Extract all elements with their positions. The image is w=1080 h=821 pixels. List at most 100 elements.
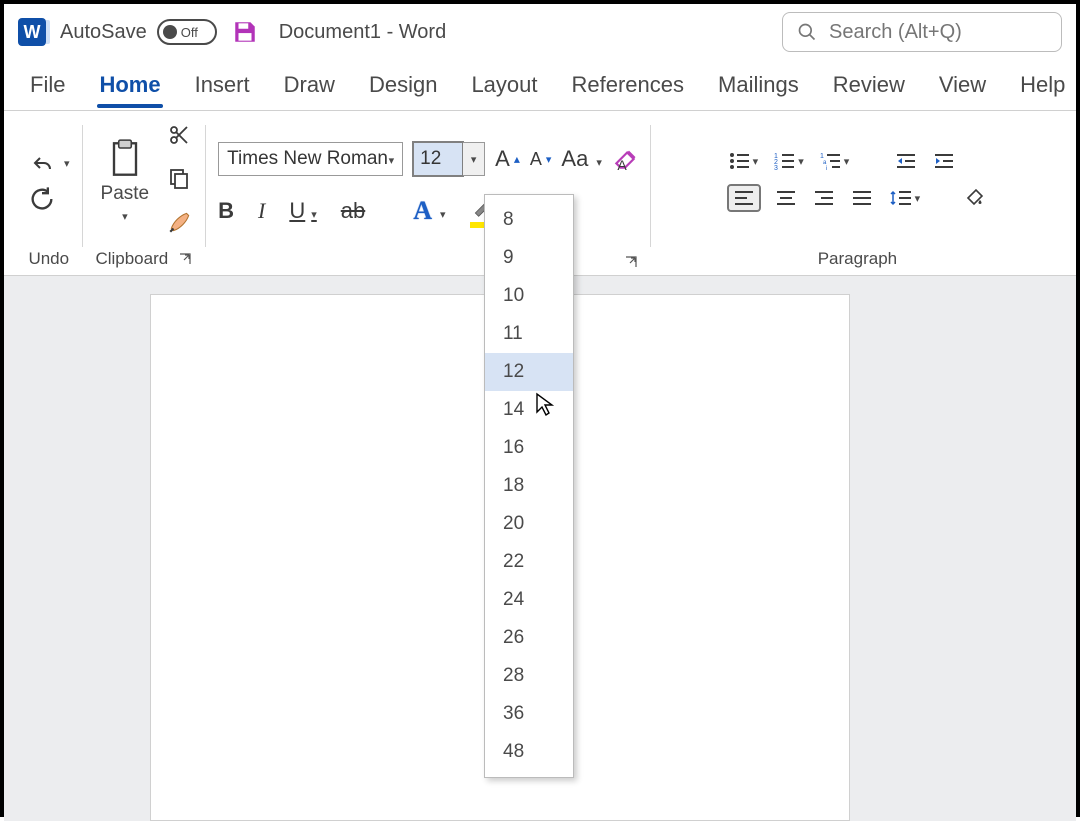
tab-review[interactable]: Review <box>831 66 907 110</box>
bullets-button[interactable] <box>729 152 759 170</box>
text-effects-icon: A <box>413 196 432 226</box>
mouse-cursor-icon <box>535 392 555 418</box>
svg-text:1: 1 <box>820 153 824 160</box>
paintbrush-icon <box>167 209 193 235</box>
shrink-font-button[interactable]: A▾ <box>530 149 552 170</box>
search-input[interactable]: Search (Alt+Q) <box>782 12 1062 52</box>
format-painter-button[interactable] <box>167 209 193 240</box>
font-size-option[interactable]: 9 <box>485 239 573 277</box>
font-size-option[interactable]: 8 <box>485 201 573 239</box>
tab-file[interactable]: File <box>28 66 67 110</box>
toggle-knob-icon <box>163 25 177 39</box>
font-size-option[interactable]: 10 <box>485 277 573 315</box>
title-bar: W AutoSave Off Document1 - Word Search (… <box>4 4 1076 60</box>
tab-mailings[interactable]: Mailings <box>716 66 801 110</box>
copy-button[interactable] <box>167 166 193 195</box>
underline-button[interactable]: U <box>289 198 316 224</box>
align-right-button[interactable] <box>813 190 835 206</box>
clear-formatting-button[interactable]: A <box>612 146 638 172</box>
paste-button[interactable]: Paste <box>95 133 156 229</box>
font-size-dropdown-button[interactable] <box>463 142 485 176</box>
autosave-toggle[interactable]: Off <box>157 19 217 45</box>
decrease-indent-button[interactable] <box>895 152 917 170</box>
group-label-undo: Undo <box>28 245 69 275</box>
repeat-button[interactable] <box>28 185 56 218</box>
tab-insert[interactable]: Insert <box>193 66 252 110</box>
multilevel-icon: 1ai <box>820 152 842 170</box>
italic-button[interactable]: I <box>258 198 265 224</box>
numbering-button[interactable]: 123 <box>774 152 804 170</box>
font-size-option[interactable]: 11 <box>485 315 573 353</box>
tab-design[interactable]: Design <box>367 66 439 110</box>
tab-layout[interactable]: Layout <box>469 66 539 110</box>
font-size-dropdown[interactable]: 8 9 10 11 12 14 16 18 20 22 24 26 28 36 … <box>484 194 574 778</box>
font-size-option[interactable]: 14 <box>485 391 573 429</box>
numbering-icon: 123 <box>774 152 796 170</box>
repeat-icon <box>28 185 56 213</box>
search-icon <box>797 22 817 42</box>
font-name-value: Times New Roman <box>227 148 388 170</box>
font-name-select[interactable]: Times New Roman <box>218 142 403 176</box>
save-icon[interactable] <box>231 18 259 46</box>
line-spacing-button[interactable] <box>889 189 921 207</box>
font-size-option[interactable]: 16 <box>485 429 573 467</box>
increase-indent-button[interactable] <box>933 152 955 170</box>
font-size-option[interactable]: 26 <box>485 619 573 657</box>
group-label-paragraph: Paragraph <box>818 249 897 269</box>
align-right-icon <box>813 190 835 206</box>
tab-draw[interactable]: Draw <box>282 66 337 110</box>
align-left-icon <box>733 190 755 206</box>
bold-button[interactable]: B <box>218 198 234 224</box>
align-center-icon <box>775 190 797 206</box>
bullets-icon <box>729 152 751 170</box>
cut-button[interactable] <box>167 123 193 152</box>
align-center-button[interactable] <box>775 190 797 206</box>
align-left-button[interactable] <box>729 186 759 210</box>
font-size-option[interactable]: 48 <box>485 733 573 771</box>
chevron-down-icon[interactable] <box>64 154 70 172</box>
strikethrough-button[interactable]: ab <box>341 198 365 224</box>
font-size-option[interactable]: 20 <box>485 505 573 543</box>
chevron-down-icon[interactable] <box>122 207 128 225</box>
svg-text:i: i <box>826 166 827 170</box>
chevron-down-icon <box>440 198 446 224</box>
font-size-value: 12 <box>420 148 441 170</box>
autosave-state: Off <box>181 25 198 40</box>
paste-label: Paste <box>101 183 150 205</box>
chevron-down-icon <box>798 152 804 170</box>
tab-references[interactable]: References <box>570 66 687 110</box>
grow-font-button[interactable]: A▴ <box>495 146 520 172</box>
tab-home[interactable]: Home <box>97 66 162 110</box>
justify-icon <box>851 190 873 206</box>
justify-button[interactable] <box>851 190 873 206</box>
font-size-input[interactable]: 12 <box>413 142 463 176</box>
autosave-label: AutoSave <box>60 21 147 44</box>
group-clipboard: Paste Clipboard <box>83 117 206 275</box>
tab-help[interactable]: Help <box>1018 66 1067 110</box>
multilevel-list-button[interactable]: 1ai <box>820 152 850 170</box>
line-spacing-icon <box>889 189 913 207</box>
paint-bucket-icon <box>962 188 986 208</box>
font-size-option-selected[interactable]: 12 <box>485 353 573 391</box>
group-label-clipboard: Clipboard <box>95 249 168 269</box>
font-dialog-launcher[interactable] <box>624 255 638 269</box>
autosave-control[interactable]: AutoSave Off <box>60 19 217 45</box>
font-size-option[interactable]: 22 <box>485 543 573 581</box>
word-app-icon: W <box>18 18 46 46</box>
copy-icon <box>167 166 191 190</box>
group-font: Times New Roman 12 A▴ A▾ Aa A <box>206 117 650 275</box>
font-size-option[interactable]: 24 <box>485 581 573 619</box>
shading-button[interactable] <box>962 188 986 208</box>
clipboard-dialog-launcher[interactable] <box>178 252 192 266</box>
document-title: Document1 - Word <box>279 21 446 44</box>
text-effects-button[interactable]: A <box>413 196 445 226</box>
font-size-option[interactable]: 36 <box>485 695 573 733</box>
font-size-option[interactable]: 18 <box>485 467 573 505</box>
tab-view[interactable]: View <box>937 66 988 110</box>
svg-text:A: A <box>617 157 627 172</box>
eraser-icon: A <box>612 146 638 172</box>
undo-button[interactable] <box>28 151 70 175</box>
font-size-option[interactable]: 28 <box>485 657 573 695</box>
change-case-button[interactable]: Aa <box>561 146 601 172</box>
chevron-down-icon[interactable] <box>389 148 395 170</box>
